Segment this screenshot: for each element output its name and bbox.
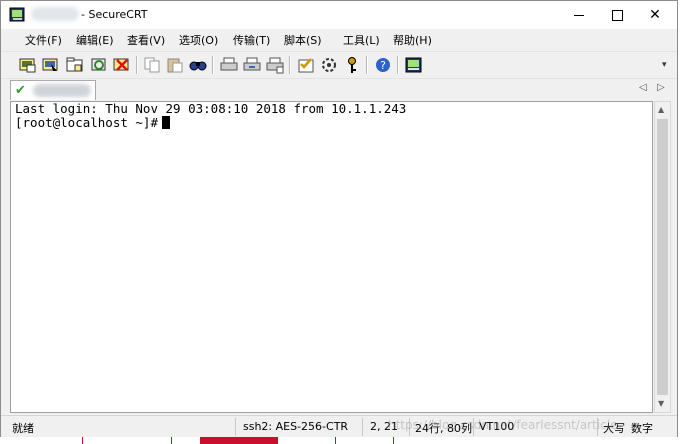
- paste-button[interactable]: [165, 55, 185, 75]
- host-name-redacted: [31, 7, 79, 21]
- background-red-line: [171, 437, 172, 444]
- print-setup-icon: [266, 57, 284, 74]
- terminal-cursor: [162, 116, 170, 129]
- session-options-button[interactable]: [296, 55, 316, 75]
- session-tab-bar: ✔ ◁ ▷: [1, 79, 677, 101]
- menu-file[interactable]: 文件(F): [25, 32, 62, 48]
- session-options-icon: [298, 58, 314, 73]
- scroll-down-arrow[interactable]: ▼: [658, 399, 664, 408]
- background-red-line: [82, 437, 83, 444]
- menu-transfer[interactable]: 传输(T): [233, 32, 270, 48]
- status-text: 就绪: [12, 422, 34, 435]
- minimize-icon: [574, 14, 584, 16]
- title-bar[interactable]: - SecureCRT ✕: [1, 1, 677, 29]
- quick-connect-button[interactable]: [41, 55, 61, 75]
- find-button[interactable]: [188, 55, 208, 75]
- securecrt-window: - SecureCRT ✕ 文件(F) 编辑(E) 查看(V) 选项(O) 传输…: [0, 0, 678, 438]
- toolbar-separator: [366, 56, 368, 74]
- disconnect-button[interactable]: [112, 55, 132, 75]
- about-button[interactable]: [404, 55, 424, 75]
- status-cursor-position: 2, 21: [370, 420, 398, 433]
- menu-bar: 文件(F) 编辑(E) 查看(V) 选项(O) 传输(T) 脚本(S) 工具(L…: [1, 29, 677, 49]
- terminal-prompt-line: [root@localhost ~]#: [15, 116, 170, 130]
- reconnect-icon: [91, 58, 106, 71]
- checkmark-icon: ✔: [15, 83, 26, 98]
- paste-icon: [167, 58, 183, 73]
- background-red-block: [200, 437, 278, 444]
- copy-button[interactable]: [142, 55, 162, 75]
- find-icon: [189, 61, 207, 71]
- close-button[interactable]: ✕: [637, 1, 673, 29]
- menu-edit[interactable]: 编辑(E): [76, 32, 114, 48]
- tab-scroll-left[interactable]: ◁: [639, 82, 647, 93]
- about-icon: [405, 57, 422, 73]
- reconnect-button[interactable]: [89, 55, 109, 75]
- close-icon: ✕: [649, 7, 661, 23]
- global-options-button[interactable]: [319, 55, 339, 75]
- minimize-button[interactable]: [561, 1, 597, 29]
- status-bar: 就绪 ssh2: AES-256-CTR 2, 21 24行, 80列 VT10…: [1, 415, 677, 438]
- connect-in-tab-button[interactable]: [65, 55, 85, 75]
- menu-script[interactable]: 脚本(S): [284, 32, 322, 48]
- scroll-up-arrow[interactable]: ▲: [658, 105, 664, 114]
- chevron-down-icon: ▾: [662, 60, 667, 70]
- background-red-line: [335, 437, 336, 444]
- scrollbar-thumb[interactable]: [657, 119, 668, 395]
- toolbar-separator: [289, 56, 291, 74]
- background-red-line: [393, 437, 394, 444]
- status-emulation: VT100: [479, 420, 515, 433]
- securecrt-app-icon[interactable]: [9, 6, 27, 24]
- window-title: - SecureCRT: [81, 8, 148, 21]
- keymap-button[interactable]: [342, 55, 362, 75]
- status-divider: [597, 418, 598, 436]
- toolbar-overflow[interactable]: ▾: [662, 60, 667, 70]
- menu-tools[interactable]: 工具(L): [343, 32, 380, 48]
- background-strip: [0, 437, 680, 444]
- vertical-scrollbar[interactable]: ▲ ▼: [654, 101, 671, 413]
- status-divider: [362, 418, 363, 436]
- toolbar-separator: [136, 56, 138, 74]
- menu-help[interactable]: 帮助(H): [393, 32, 432, 48]
- print-selection-icon: [243, 57, 261, 71]
- menu-options[interactable]: 选项(O): [179, 32, 218, 48]
- tab-scroll-right[interactable]: ▷: [657, 82, 665, 93]
- connect-button[interactable]: [18, 55, 38, 75]
- toolbar: ? ▾: [1, 51, 677, 79]
- terminal-line: Last login: Thu Nov 29 03:08:10 2018 fro…: [15, 101, 407, 116]
- quick-connect-icon: [42, 58, 58, 71]
- session-name-redacted: [33, 84, 91, 97]
- status-num-lock: 数字: [631, 422, 653, 435]
- connect-icon: [19, 58, 36, 73]
- status-caps-lock: 大写: [603, 422, 625, 435]
- status-cipher: ssh2: AES-256-CTR: [243, 420, 349, 433]
- terminal-area[interactable]: Last login: Thu Nov 29 03:08:10 2018 fro…: [10, 101, 653, 413]
- session-tab[interactable]: ✔: [10, 80, 96, 100]
- connect-in-tab-icon: [66, 57, 83, 72]
- svg-text:?: ?: [380, 59, 386, 72]
- status-divider: [235, 418, 236, 436]
- print-icon: [220, 57, 238, 71]
- status-divider: [473, 418, 474, 436]
- print-button[interactable]: [219, 55, 239, 75]
- menu-view[interactable]: 查看(V): [127, 32, 165, 48]
- status-terminal-size: 24行, 80列: [415, 422, 472, 435]
- print-setup-button[interactable]: [265, 55, 285, 75]
- maximize-icon: [611, 9, 623, 21]
- maximize-button[interactable]: [599, 1, 635, 29]
- help-icon: ?: [376, 58, 390, 72]
- toolbar-separator: [397, 56, 399, 74]
- disconnect-icon: [113, 58, 129, 71]
- status-divider: [409, 418, 410, 436]
- print-selection-button[interactable]: [242, 55, 262, 75]
- global-options-icon: [322, 58, 336, 72]
- keymap-icon: [348, 57, 356, 73]
- toolbar-separator: [212, 56, 214, 74]
- shell-prompt: [root@localhost ~]#: [15, 115, 158, 130]
- help-button[interactable]: ?: [373, 55, 393, 75]
- copy-icon: [144, 57, 160, 73]
